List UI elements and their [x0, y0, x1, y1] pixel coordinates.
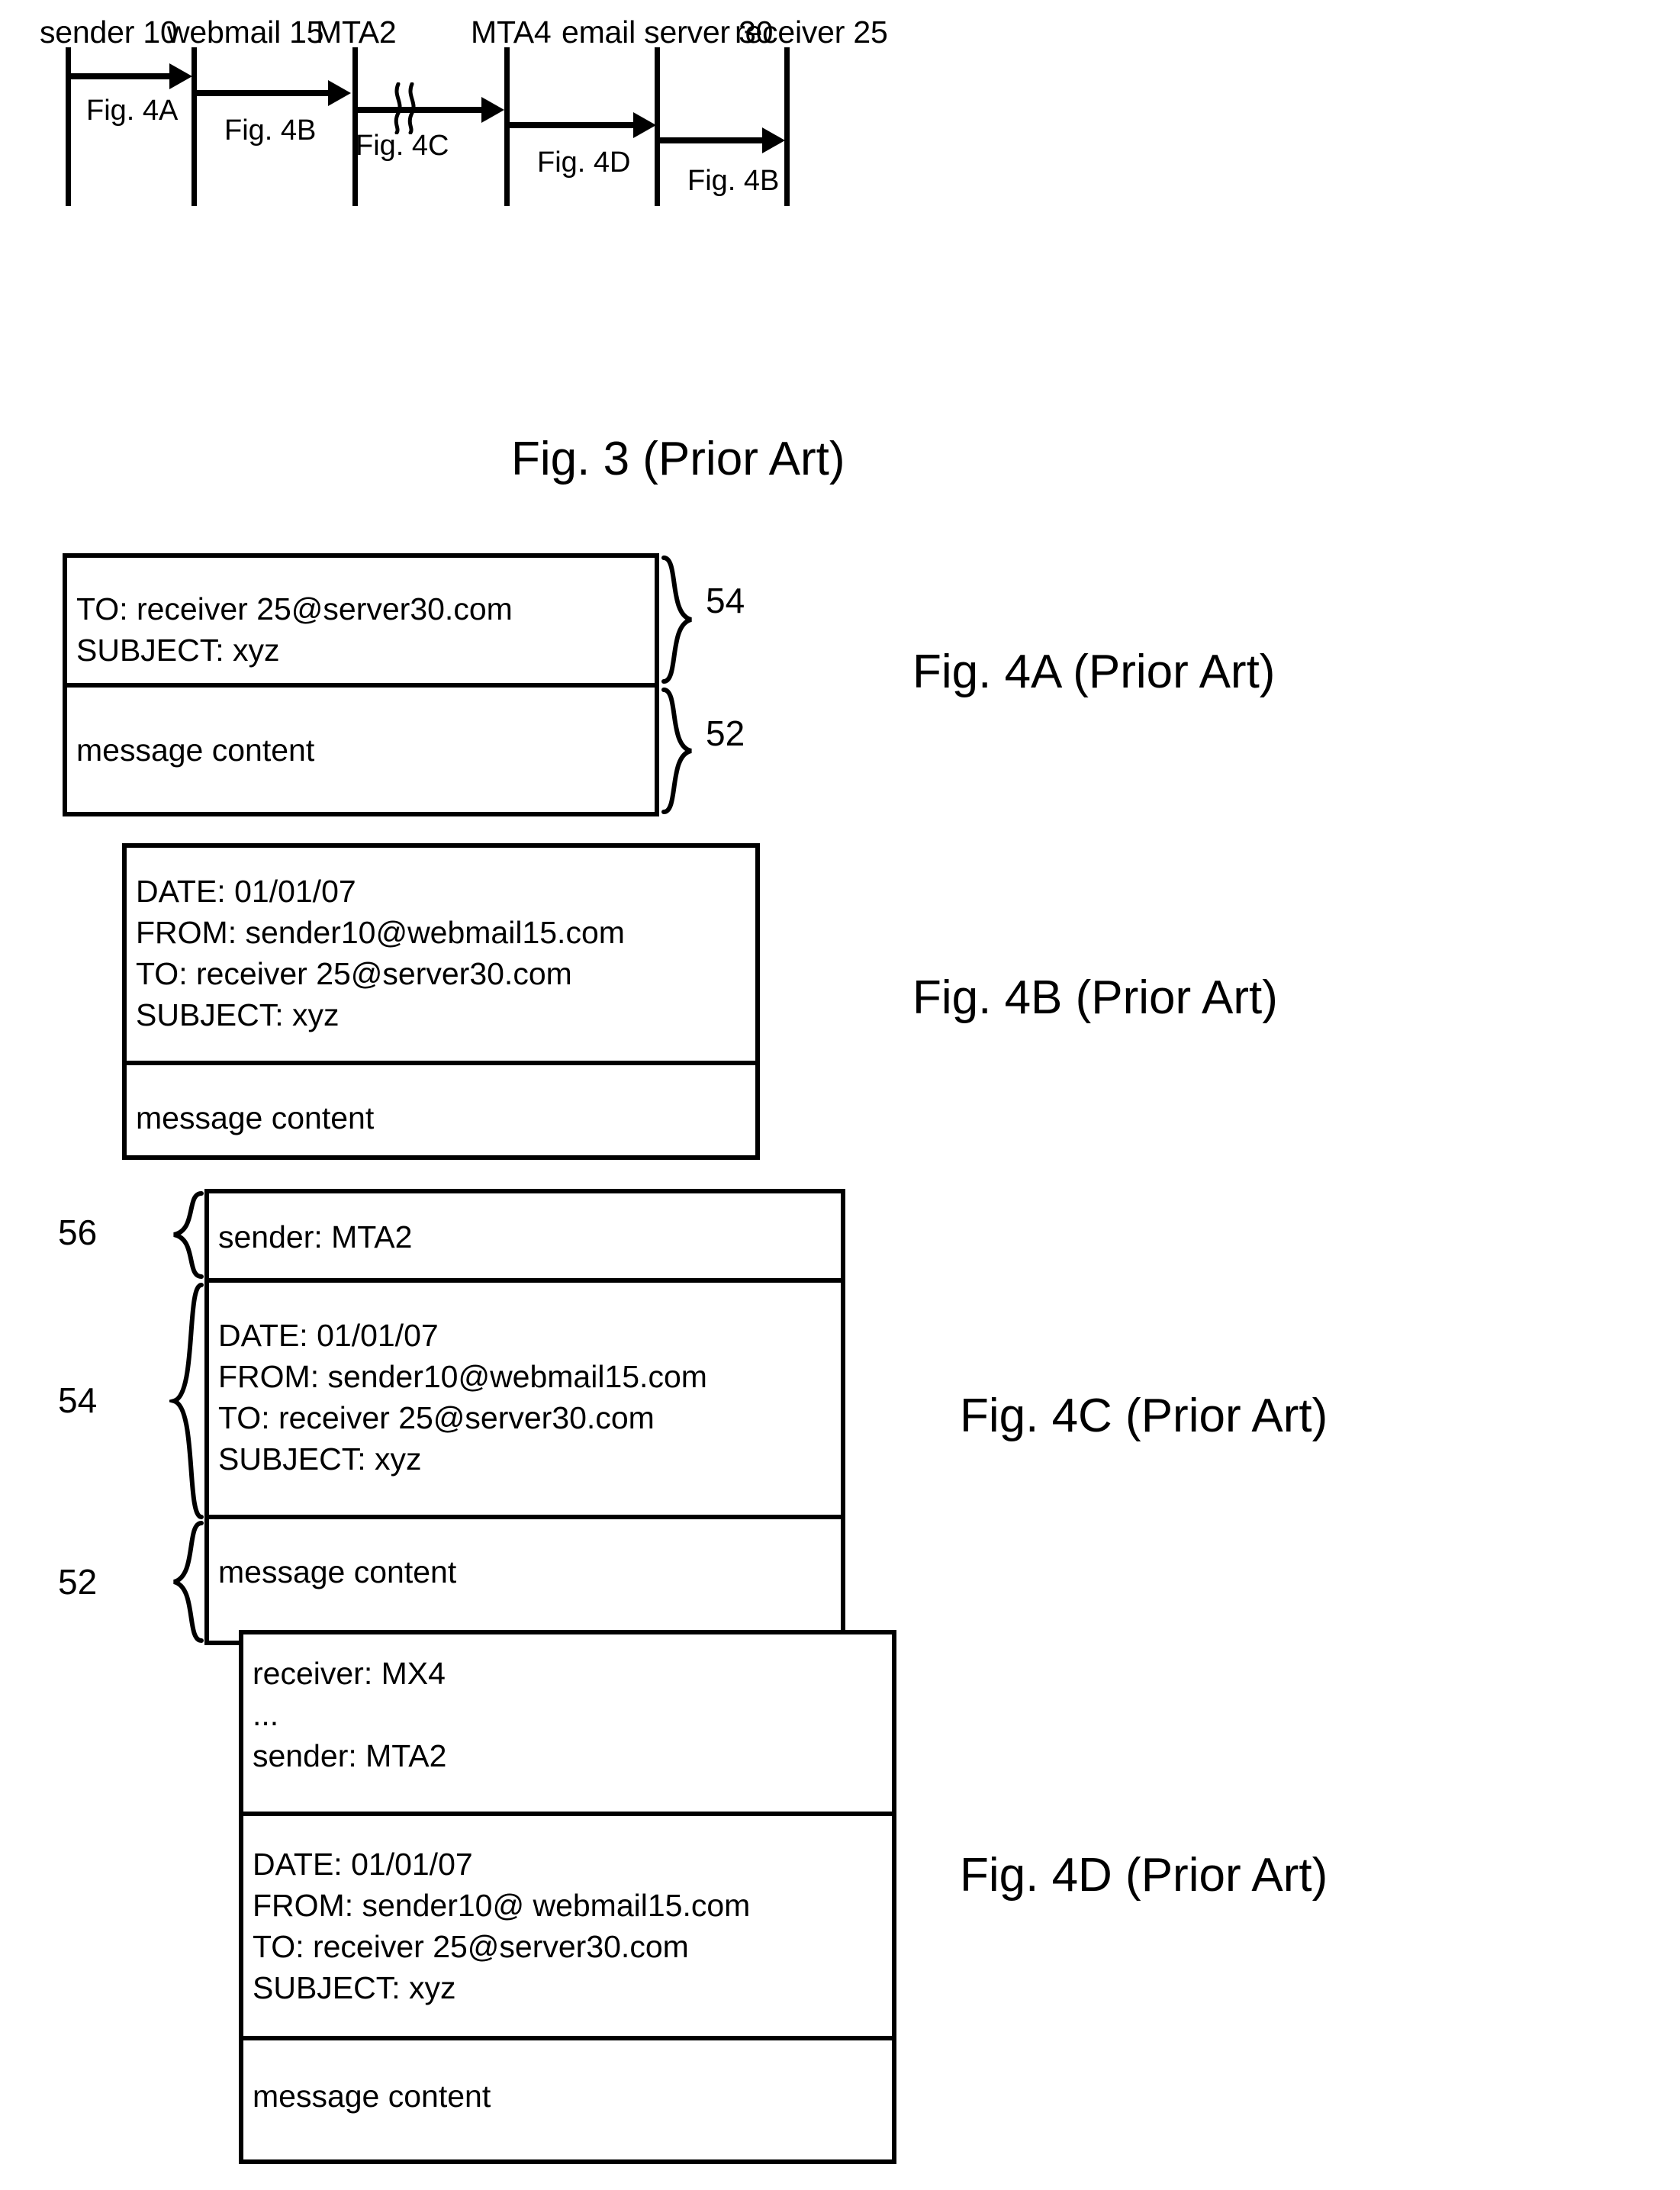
figure-4d-body-section: message content: [243, 2040, 892, 2164]
figure-4c-header-line-1: DATE: 01/01/07: [218, 1318, 439, 1353]
figure-3-sequence-diagram: sender 10 webmail 15 MTA2 MTA4 email ser…: [0, 0, 1680, 488]
message-arrow-4-head: [633, 112, 656, 138]
figure-4a-body-line-1: message content: [76, 733, 315, 768]
message-arrow-3-head: [481, 97, 504, 123]
figure-4a-body-brace: [661, 688, 693, 814]
figure-4c-body-brace-number: 52: [58, 1562, 98, 1602]
lifeline-label-mta2: MTA2: [316, 14, 397, 50]
figure-4d-body-line-1: message content: [253, 2079, 491, 2114]
figure-4d-envelope-line-2: ...: [253, 1697, 279, 1732]
figure-4b-caption: Fig. 4B (Prior Art): [912, 971, 1278, 1024]
figure-4d-envelope-line-3: sender: MTA2: [253, 1738, 447, 1773]
figure-4b-body-section: message content: [127, 1065, 755, 1160]
figure-4a-header-section: TO: receiver 25@server30.com SUBJECT: xy…: [67, 558, 655, 688]
figure-4a-body-section: message content: [67, 688, 655, 816]
figure-4b-header-line-3: TO: receiver 25@server30.com: [136, 956, 572, 991]
figure-4b-message-box: DATE: 01/01/07 FROM: sender10@webmail15.…: [122, 843, 760, 1160]
lifeline-label-webmail: webmail 15: [167, 14, 324, 50]
figure-4c-envelope-line-1: sender: MTA2: [218, 1219, 413, 1254]
figure-4a-caption: Fig. 4A (Prior Art): [912, 646, 1276, 698]
figure-4d-header-line-2: FROM: sender10@ webmail15.com: [253, 1888, 751, 1923]
figure-4d-caption: Fig. 4D (Prior Art): [960, 1849, 1328, 1902]
lifeline-webmail: [191, 47, 197, 206]
figure-4c-header-line-3: TO: receiver 25@server30.com: [218, 1400, 655, 1435]
figure-4c-message-box: sender: MTA2 DATE: 01/01/07 FROM: sender…: [204, 1189, 845, 1645]
figure-4c-body-brace: [172, 1521, 204, 1643]
message-arrow-5-line: [657, 137, 765, 143]
figure-4a-header-line-2: SUBJECT: xyz: [76, 633, 280, 668]
message-arrow-4-label: Fig. 4D: [537, 147, 631, 179]
figure-4b-header-line-1: DATE: 01/01/07: [136, 874, 356, 909]
figure-4a-message-box: TO: receiver 25@server30.com SUBJECT: xy…: [63, 553, 659, 816]
figure-4c-envelope-brace: [173, 1191, 204, 1279]
message-arrow-1-label: Fig. 4A: [86, 95, 179, 127]
line-break-symbol: [394, 82, 416, 134]
message-arrow-4-line: [507, 122, 636, 128]
figure-4a-header-line-1: TO: receiver 25@server30.com: [76, 591, 513, 626]
message-arrow-5-head: [762, 127, 785, 153]
figure-4d-header-line-3: TO: receiver 25@server30.com: [253, 1929, 689, 1964]
message-arrow-3-label: Fig. 4C: [356, 130, 449, 162]
figure-4a-body-brace-number: 52: [706, 713, 745, 753]
figure-4c-caption: Fig. 4C (Prior Art): [960, 1390, 1328, 1442]
figure-4d-envelope-line-1: receiver: MX4: [253, 1656, 446, 1691]
figure-4c-body-line-1: message content: [218, 1554, 457, 1589]
figure-4d-header-line-4: SUBJECT: xyz: [253, 1970, 456, 2005]
figure-4c-header-section: DATE: 01/01/07 FROM: sender10@webmail15.…: [209, 1283, 841, 1519]
figure-4a-header-brace-number: 54: [706, 581, 745, 620]
patent-figure-sheet: sender 10 webmail 15 MTA2 MTA4 email ser…: [0, 0, 1680, 2190]
message-arrow-5-label: Fig. 4B: [687, 165, 780, 197]
lifeline-label-mta4: MTA4: [471, 14, 552, 50]
lifeline-sender: [66, 47, 71, 206]
message-arrow-1-head: [169, 63, 192, 89]
lifeline-receiver: [784, 47, 790, 206]
figure-4d-header-section: DATE: 01/01/07 FROM: sender10@ webmail15…: [243, 1816, 892, 2040]
figure-4c-envelope-brace-number: 56: [58, 1213, 98, 1252]
figure-4b-header-section: DATE: 01/01/07 FROM: sender10@webmail15.…: [127, 848, 755, 1065]
figure-4c-body-section: message content: [209, 1519, 841, 1645]
message-arrow-2-line: [194, 90, 331, 96]
message-arrow-2-head: [328, 80, 351, 106]
figure-4c-header-brace: [169, 1283, 204, 1519]
lifeline-mta2: [352, 47, 358, 206]
figure-4b-header-line-4: SUBJECT: xyz: [136, 997, 340, 1032]
figure-4d-envelope-section: receiver: MX4 ... sender: MTA2: [243, 1634, 892, 1816]
lifeline-label-receiver: receiver 25: [735, 14, 888, 50]
figure-4c-header-line-4: SUBJECT: xyz: [218, 1441, 422, 1477]
lifeline-label-sender: sender 10: [40, 14, 178, 50]
figure-4a-header-brace: [661, 556, 693, 684]
figure-4b-header-line-2: FROM: sender10@webmail15.com: [136, 915, 625, 950]
figure-4c-header-brace-number: 54: [58, 1380, 98, 1420]
figure-4d-message-box: receiver: MX4 ... sender: MTA2 DATE: 01/…: [239, 1630, 896, 2164]
message-arrow-1-line: [68, 73, 172, 79]
figure-3-caption: Fig. 3 (Prior Art): [511, 433, 845, 485]
figure-4c-envelope-section: sender: MTA2: [209, 1193, 841, 1283]
figure-4b-body-line-1: message content: [136, 1100, 375, 1135]
message-arrow-2-label: Fig. 4B: [224, 114, 317, 147]
figure-4d-header-line-1: DATE: 01/01/07: [253, 1847, 473, 1882]
figure-4c-header-line-2: FROM: sender10@webmail15.com: [218, 1359, 707, 1394]
